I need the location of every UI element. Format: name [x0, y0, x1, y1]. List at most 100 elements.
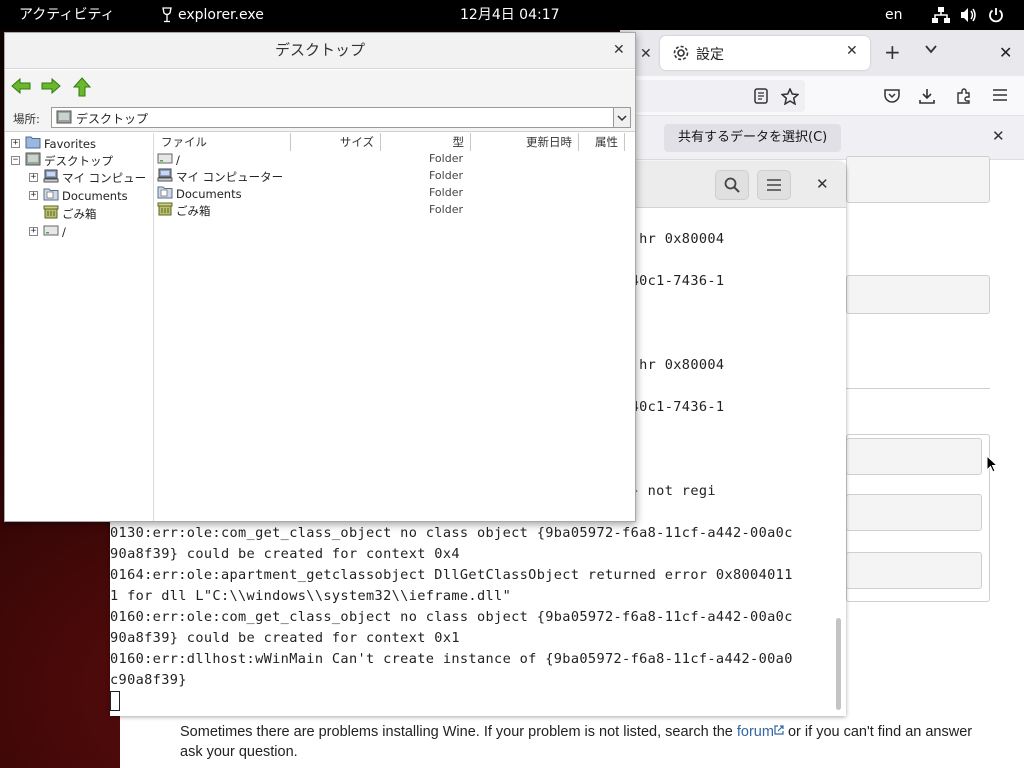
scrollbar[interactable] — [836, 618, 841, 710]
expand-icon[interactable]: + — [11, 139, 20, 148]
app-name: explorer.exe — [178, 7, 264, 23]
terminal-line: 90a8f39} could be created for context 0x… — [110, 630, 460, 646]
tree-item[interactable]: − デスクトップ — [11, 152, 113, 169]
up-arrow-icon[interactable] — [72, 77, 92, 97]
new-tab-icon[interactable]: + — [884, 40, 901, 64]
tab-settings[interactable]: 設定 ✕ — [660, 36, 870, 70]
mouse-pointer-icon — [986, 455, 998, 473]
separator — [846, 388, 990, 389]
file-row[interactable]: マイ コンピューター Folder — [155, 168, 635, 185]
tab-label: 設定 — [696, 47, 724, 63]
hamburger-menu-icon[interactable] — [992, 88, 1008, 102]
column-header-size[interactable]: サイズ — [291, 133, 381, 151]
search-icon — [724, 177, 740, 193]
close-icon[interactable]: ✕ — [613, 42, 625, 58]
network-icon — [932, 7, 950, 23]
close-icon[interactable]: ✕ — [816, 175, 829, 193]
tree-item-label: デスクトップ — [44, 153, 113, 168]
window-close-icon[interactable]: ✕ — [999, 43, 1012, 62]
address-dropdown-button[interactable] — [613, 108, 630, 127]
clock[interactable]: 12月4日 04:17 — [460, 0, 560, 30]
navigation-bar — [620, 76, 1024, 116]
drive-icon — [157, 151, 173, 168]
file-name: / — [176, 152, 180, 167]
chevron-down-icon — [617, 114, 627, 121]
share-data-button[interactable]: 共有するデータを選択(C) — [664, 124, 842, 152]
terminal-line: 90a8f39} could be created for context 0x… — [110, 546, 460, 562]
back-arrow-icon[interactable] — [11, 77, 31, 95]
column-header-attributes[interactable]: 属性 — [579, 133, 625, 151]
tree-item[interactable]: + / — [29, 223, 66, 240]
trash-icon — [157, 202, 173, 219]
hamburger-menu-icon — [767, 179, 781, 191]
expand-icon[interactable]: + — [29, 191, 38, 200]
volume-icon — [961, 8, 976, 22]
input-language[interactable]: en — [885, 0, 903, 30]
extensions-icon[interactable] — [956, 88, 972, 104]
terminal-line: 0164:err:ole:apartment_getclassobject Dl… — [110, 567, 793, 583]
settings-field[interactable] — [846, 552, 982, 589]
tree-item[interactable]: + Documents — [29, 187, 128, 204]
close-tab-icon[interactable]: ✕ — [846, 43, 858, 59]
settings-field[interactable] — [846, 438, 982, 475]
tree-item-label: / — [62, 224, 66, 239]
column-header-modified[interactable]: 更新日時 — [471, 133, 579, 151]
terminal-line: 0160:err:dllhost:wWinMain Can't create i… — [110, 651, 793, 667]
collapse-icon[interactable]: − — [11, 156, 20, 165]
file-type: Folder — [429, 203, 463, 216]
forum-link[interactable]: forum — [737, 724, 774, 740]
search-button[interactable] — [715, 170, 749, 200]
file-type: Folder — [429, 169, 463, 182]
close-notification-icon[interactable]: ✕ — [992, 127, 1005, 145]
tree-item[interactable]: + マイ コンピュー — [29, 169, 146, 186]
url-bar[interactable] — [620, 80, 805, 112]
text-cursor — [110, 691, 120, 711]
column-header-name[interactable]: ファイル — [155, 133, 291, 151]
forward-arrow-icon[interactable] — [41, 77, 61, 95]
file-name: ごみ箱 — [176, 203, 211, 218]
reader-view-icon[interactable] — [754, 88, 768, 104]
explorer-window: デスクトップ ✕ 場所: デスクトップ + Favorites − デスクトップ + マイ… — [4, 32, 636, 522]
settings-field[interactable] — [846, 275, 990, 314]
menu-button[interactable] — [757, 170, 791, 200]
settings-field[interactable] — [846, 156, 990, 203]
app-menu[interactable]: explorer.exe — [162, 0, 264, 30]
trash-icon — [43, 205, 59, 222]
terminal-line: c90a8f39} — [110, 672, 187, 688]
file-row[interactable]: ごみ箱 Folder — [155, 202, 635, 219]
file-row[interactable]: / Folder — [155, 151, 635, 168]
activities-button[interactable]: アクティビティ — [19, 0, 115, 30]
terminal-line: 0160:err:ole:com_get_class_object no cla… — [110, 609, 793, 625]
desktop-icon — [25, 152, 41, 169]
terminal-line: 1 for dll L"C:\\windows\\system32\\iefra… — [110, 588, 512, 604]
notification-bar: 共有するデータを選択(C) ✕ — [620, 116, 1024, 160]
file-row[interactable]: Documents Folder — [155, 185, 635, 202]
close-tab-icon[interactable]: ✕ — [640, 46, 652, 62]
expand-icon[interactable]: + — [29, 173, 38, 182]
external-link-icon — [774, 725, 784, 735]
tree-item-label: Documents — [62, 188, 128, 203]
top-bar: アクティビティ explorer.exe 12月4日 04:17 en — [0, 0, 1024, 30]
file-type: Folder — [429, 186, 463, 199]
tree-item[interactable]: ごみ箱 — [43, 205, 97, 222]
toolbar — [5, 70, 635, 104]
folder-icon — [25, 135, 41, 152]
window-title: デスクトップ — [5, 33, 635, 69]
downloads-icon[interactable] — [919, 88, 935, 104]
address-combo[interactable]: デスクトップ — [51, 107, 631, 128]
help-paragraph: Sometimes there are problems installing … — [180, 722, 980, 762]
computer-icon — [157, 168, 173, 185]
settings-field[interactable] — [846, 494, 982, 531]
tree-item[interactable]: + Favorites — [11, 135, 96, 152]
column-header-type[interactable]: 型 — [381, 133, 471, 151]
system-tray[interactable] — [932, 0, 1004, 30]
expand-icon[interactable]: + — [29, 227, 38, 236]
bookmark-star-icon[interactable] — [781, 88, 799, 105]
tab-strip: ✕ 設定 ✕ + ✕ — [620, 30, 1024, 76]
address-label: 場所: — [13, 112, 40, 126]
chevron-down-icon[interactable] — [924, 42, 938, 56]
terminal-line: 0130:err:ole:com_get_class_object no cla… — [110, 525, 793, 541]
drive-icon — [43, 223, 59, 240]
help-text-start: Sometimes there are problems installing … — [180, 724, 737, 740]
pocket-icon[interactable] — [884, 88, 900, 103]
